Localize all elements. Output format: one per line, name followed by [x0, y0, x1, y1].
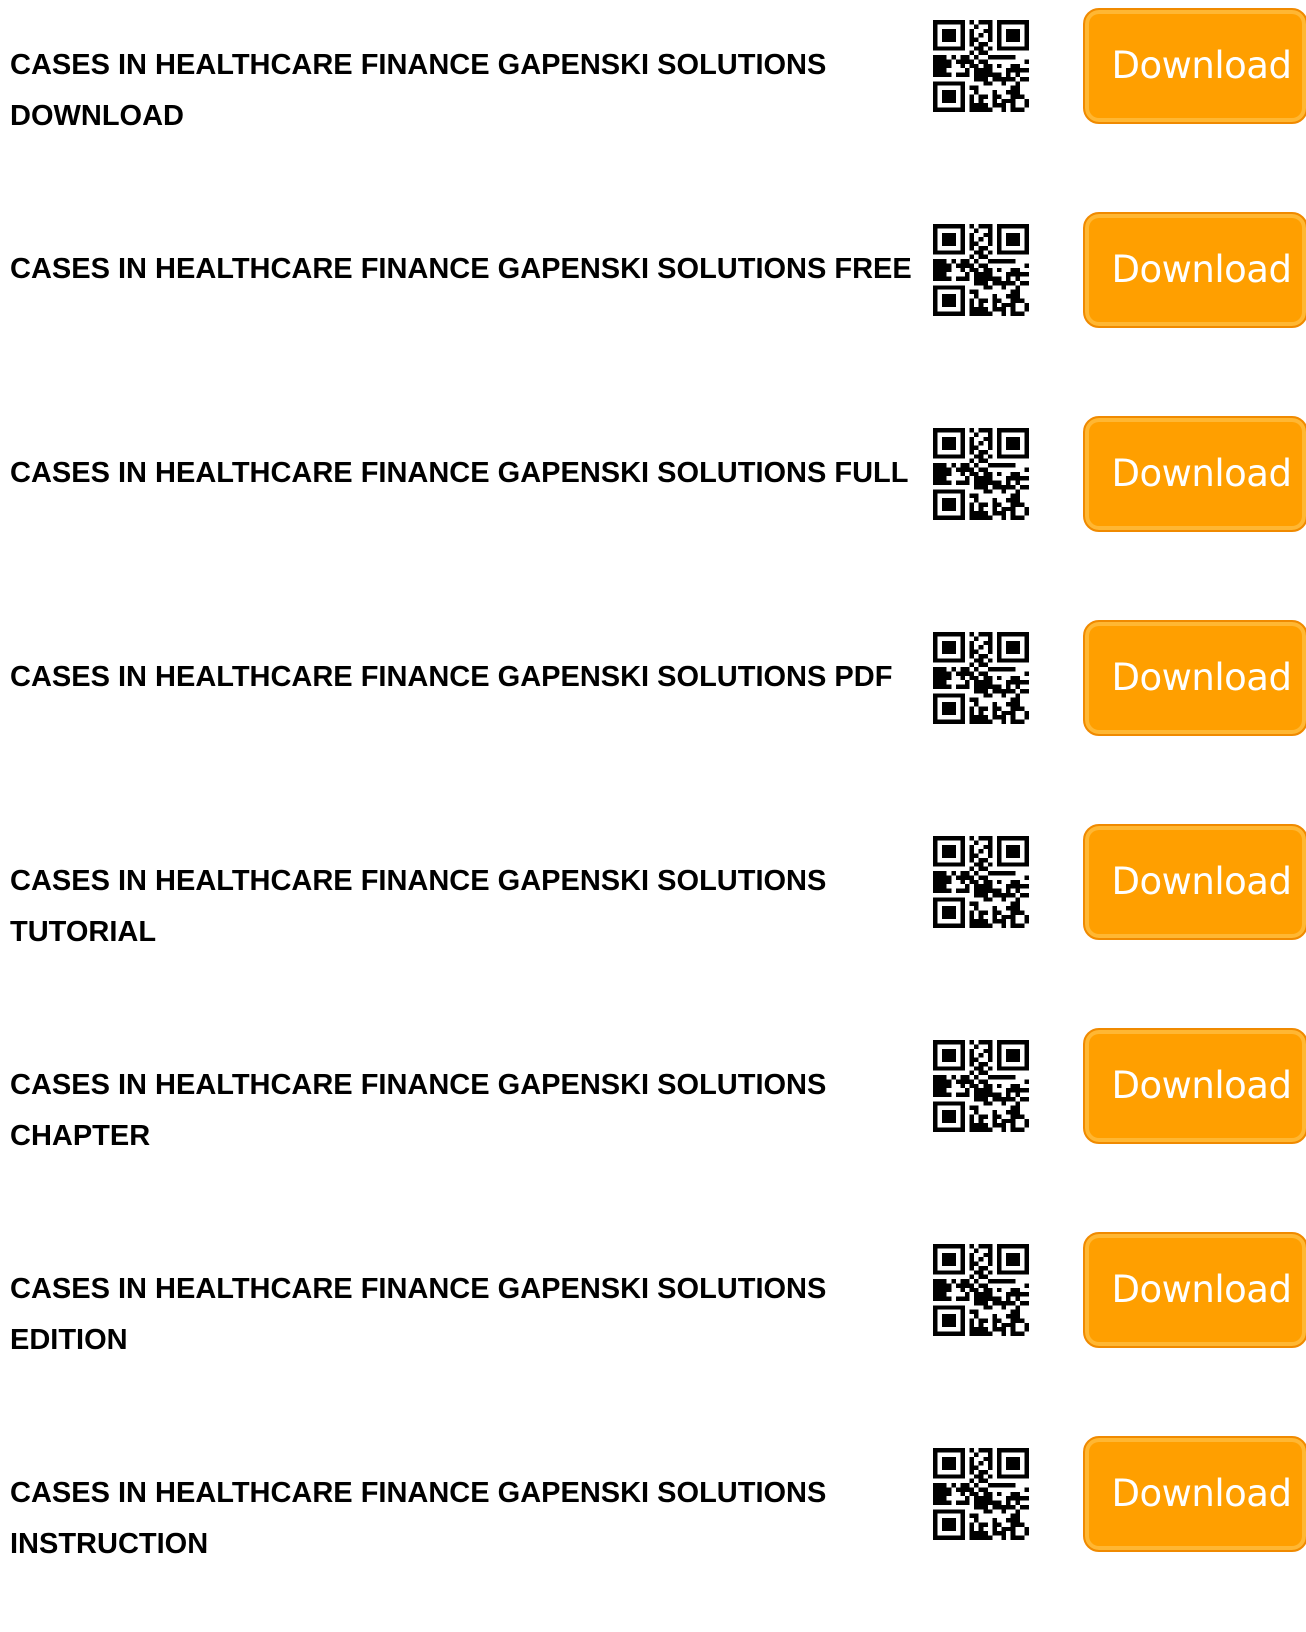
download-button[interactable]: Download	[1083, 1436, 1306, 1552]
list-item: CASES IN HEALTHCARE FINANCE GAPENSKI SOL…	[0, 816, 1306, 1020]
item-title: CASES IN HEALTHCARE FINANCE GAPENSKI SOL…	[10, 49, 827, 132]
list-item: CASES IN HEALTHCARE FINANCE GAPENSKI SOL…	[0, 408, 1306, 612]
item-title: CASES IN HEALTHCARE FINANCE GAPENSKI SOL…	[10, 1477, 827, 1560]
download-button-label: Download	[1111, 44, 1292, 87]
item-title: CASES IN HEALTHCARE FINANCE GAPENSKI SOL…	[10, 865, 827, 948]
qr-code-icon	[933, 20, 1029, 112]
qr-code-icon	[933, 224, 1029, 316]
download-button-label: Download	[1111, 1268, 1292, 1311]
download-button[interactable]: Download	[1083, 8, 1306, 124]
item-title: CASES IN HEALTHCARE FINANCE GAPENSKI SOL…	[10, 1273, 827, 1356]
download-button-label: Download	[1111, 860, 1292, 903]
list-item: CASES IN HEALTHCARE FINANCE GAPENSKI SOL…	[0, 204, 1306, 408]
download-button-label: Download	[1111, 452, 1292, 495]
list-item: CASES IN HEALTHCARE FINANCE GAPENSKI SOL…	[0, 0, 1306, 204]
qr-code-icon	[933, 632, 1029, 724]
qr-code-icon	[933, 1244, 1029, 1336]
download-button[interactable]: Download	[1083, 1232, 1306, 1348]
download-button-label: Download	[1111, 1064, 1292, 1107]
list-item: CASES IN HEALTHCARE FINANCE GAPENSKI SOL…	[0, 1020, 1306, 1224]
download-button[interactable]: Download	[1083, 620, 1306, 736]
list-item: CASES IN HEALTHCARE FINANCE GAPENSKI SOL…	[0, 1224, 1306, 1428]
download-button[interactable]: Download	[1083, 1028, 1306, 1144]
list-item: CASES IN HEALTHCARE FINANCE GAPENSKI SOL…	[0, 1428, 1306, 1632]
download-list: CASES IN HEALTHCARE FINANCE GAPENSKI SOL…	[0, 0, 1306, 1560]
qr-code-icon	[933, 428, 1029, 520]
download-button-label: Download	[1111, 1472, 1292, 1515]
download-button-label: Download	[1111, 248, 1292, 291]
item-title: CASES IN HEALTHCARE FINANCE GAPENSKI SOL…	[10, 253, 912, 285]
download-button[interactable]: Download	[1083, 212, 1306, 328]
item-title: CASES IN HEALTHCARE FINANCE GAPENSKI SOL…	[10, 661, 893, 693]
qr-code-icon	[933, 1448, 1029, 1540]
qr-code-icon	[933, 1040, 1029, 1132]
download-button-label: Download	[1111, 656, 1292, 699]
qr-code-icon	[933, 836, 1029, 928]
list-item: CASES IN HEALTHCARE FINANCE GAPENSKI SOL…	[0, 612, 1306, 816]
item-title: CASES IN HEALTHCARE FINANCE GAPENSKI SOL…	[10, 1069, 827, 1152]
download-button[interactable]: Download	[1083, 824, 1306, 940]
item-title: CASES IN HEALTHCARE FINANCE GAPENSKI SOL…	[10, 457, 909, 489]
download-button[interactable]: Download	[1083, 416, 1306, 532]
